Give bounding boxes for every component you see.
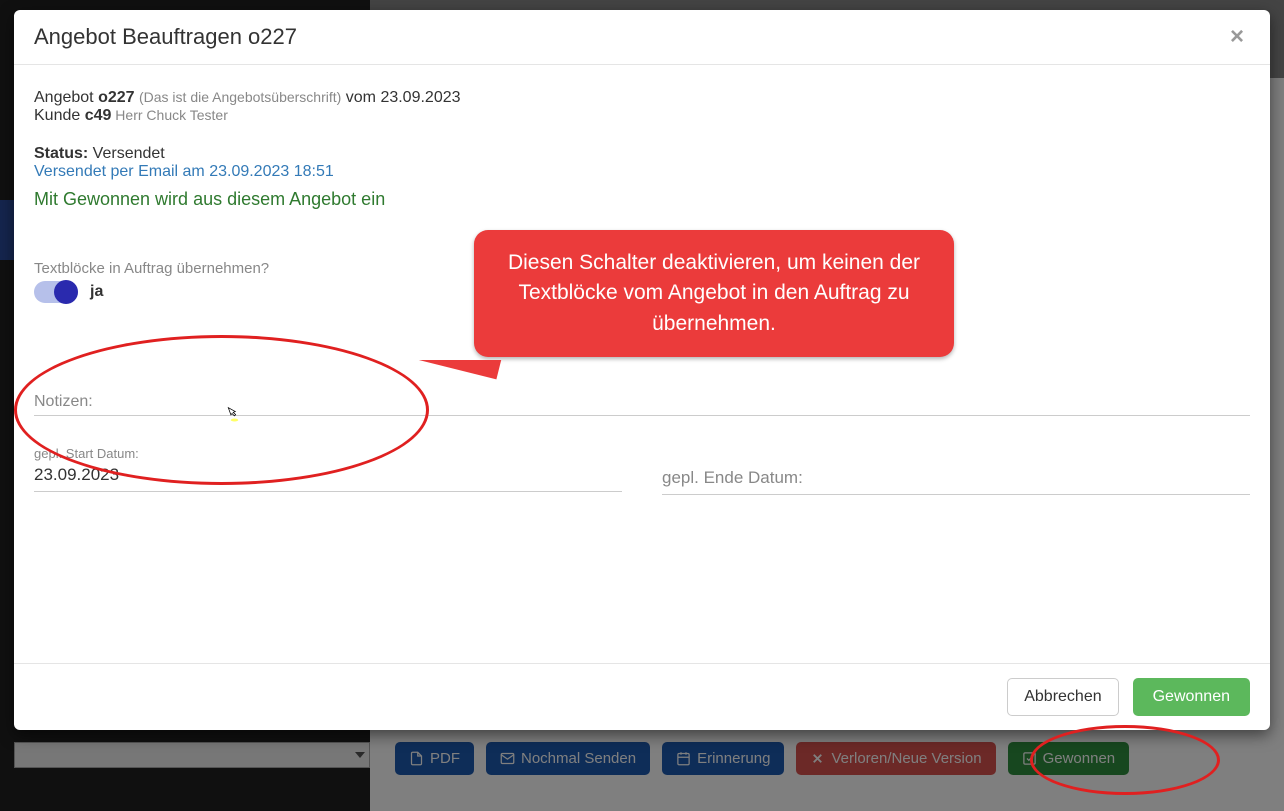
offer-id: o227 — [98, 89, 134, 106]
status-label: Status: — [34, 145, 88, 162]
customer-prefix: Kunde — [34, 107, 85, 124]
date-row: gepl. Start Datum: — [34, 446, 1250, 495]
confirm-won-button[interactable]: Gewonnen — [1133, 678, 1250, 716]
offer-line: Angebot o227 (Das ist die Angebotsübersc… — [34, 89, 1250, 107]
offer-prefix: Angebot — [34, 89, 98, 106]
start-date-input[interactable] — [34, 461, 622, 492]
annotation-callout: Diesen Schalter deaktivieren, um keinen … — [474, 230, 954, 357]
modal-footer: Abbrechen Gewonnen — [14, 663, 1270, 730]
assign-offer-modal: Angebot Beauftragen o227 × Angebot o227 … — [14, 10, 1270, 730]
sent-link[interactable]: Versendet per Email am 23.09.2023 18:51 — [34, 163, 1250, 181]
modal-header: Angebot Beauftragen o227 × — [14, 10, 1270, 65]
modal-body: Angebot o227 (Das ist die Angebotsübersc… — [14, 65, 1270, 663]
offer-date-prefix: vom — [341, 89, 380, 106]
end-date-input[interactable] — [662, 464, 1250, 495]
customer-line: Kunde c49 Herr Chuck Tester — [34, 107, 1250, 125]
end-date-col — [662, 446, 1250, 495]
modal-title: Angebot Beauftragen o227 — [34, 24, 297, 50]
status-line: Status: Versendet — [34, 145, 1250, 163]
start-date-label: gepl. Start Datum: — [34, 446, 622, 461]
textblocks-toggle[interactable] — [34, 281, 78, 303]
annotation-text: Diesen Schalter deaktivieren, um keinen … — [508, 251, 920, 335]
toggle-knob — [54, 280, 78, 304]
start-date-col: gepl. Start Datum: — [34, 446, 622, 495]
modal-close-button[interactable]: × — [1224, 24, 1250, 50]
notes-field[interactable]: Notizen: — [34, 393, 1250, 416]
offer-subtitle: (Das ist die Angebotsüberschrift) — [139, 89, 341, 105]
win-message: Mit Gewonnen wird aus diesem Angebot ein — [34, 189, 1250, 210]
customer-name: Herr Chuck Tester — [111, 107, 227, 123]
textblocks-toggle-value: ja — [90, 283, 103, 301]
cancel-button[interactable]: Abbrechen — [1007, 678, 1118, 716]
customer-id: c49 — [85, 107, 112, 124]
notes-placeholder: Notizen: — [34, 393, 1250, 416]
offer-date: 23.09.2023 — [380, 89, 460, 106]
status-value: Versendet — [88, 145, 165, 162]
